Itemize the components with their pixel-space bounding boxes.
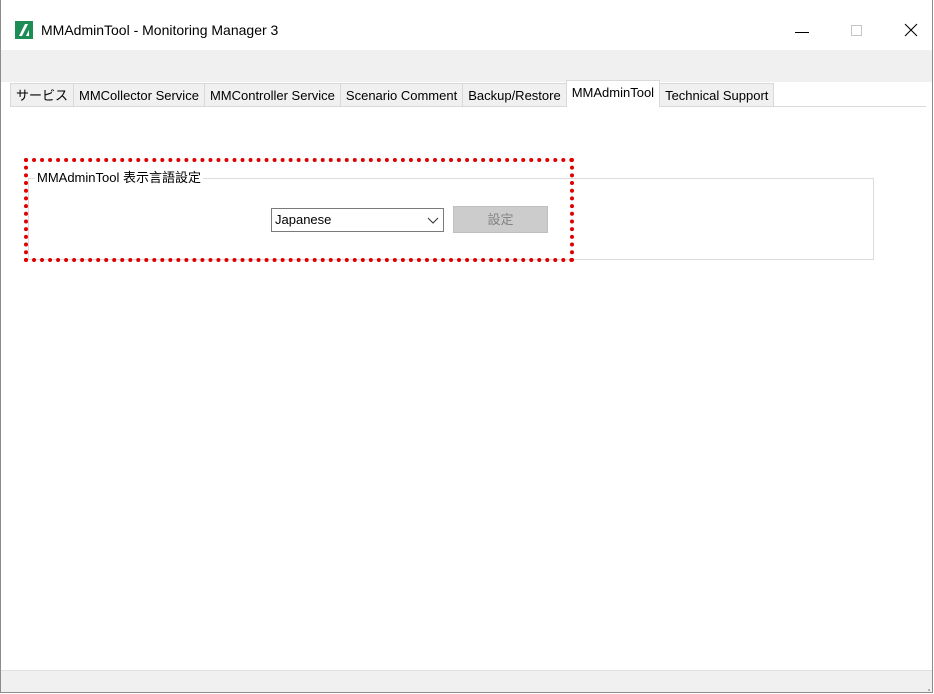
language-select[interactable]: Japanese [271, 208, 444, 232]
tab-bar: サービス MMCollector Service MMController Se… [10, 80, 775, 107]
tab-services[interactable]: サービス [10, 83, 75, 106]
maximize-icon [851, 25, 862, 36]
tab-mmcontroller-service[interactable]: MMController Service [203, 83, 341, 106]
language-settings-group [28, 178, 874, 260]
app-window: MMAdminTool - Monitoring Manager 3 サービス … [0, 0, 933, 693]
tab-technical-support[interactable]: Technical Support [659, 83, 775, 106]
tab-mmadmintool[interactable]: MMAdminTool [565, 80, 661, 107]
tab-backup-restore[interactable]: Backup/Restore [462, 83, 567, 106]
tab-strip [1, 50, 932, 82]
tab-scenario-comment[interactable]: Scenario Comment [339, 83, 464, 106]
chevron-down-icon [427, 217, 439, 224]
title-bar[interactable]: MMAdminTool - Monitoring Manager 3 [1, 0, 932, 50]
resize-grip-icon[interactable] [926, 687, 930, 691]
close-icon [904, 23, 918, 37]
app-logo-icon [15, 21, 33, 39]
minimize-button[interactable] [779, 10, 825, 50]
close-button[interactable] [888, 10, 932, 50]
tab-mmcollector-service[interactable]: MMCollector Service [73, 83, 205, 106]
status-bar [1, 670, 932, 692]
language-select-value: Japanese [275, 212, 332, 227]
set-language-button[interactable]: 設定 [453, 206, 548, 233]
maximize-button[interactable] [833, 10, 879, 50]
minimize-icon [795, 32, 809, 33]
language-settings-group-title: MMAdminTool 表示言語設定 [35, 170, 203, 186]
window-title: MMAdminTool - Monitoring Manager 3 [41, 22, 279, 38]
